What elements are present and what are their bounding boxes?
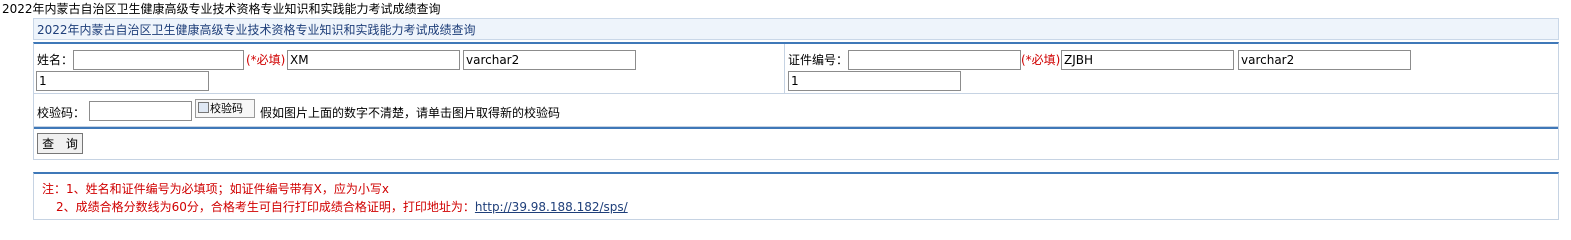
broken-image-icon bbox=[198, 102, 209, 113]
note-line-2: 2、成绩合格分数线为60分，合格考生可自行打印成绩合格证明，打印地址为：http… bbox=[56, 198, 628, 215]
name-field-type-input[interactable] bbox=[463, 50, 636, 70]
id-number-input[interactable] bbox=[848, 50, 1021, 70]
name-cell: 姓名： (*必填) bbox=[34, 44, 785, 93]
form-header: 2022年内蒙古自治区卫生健康高级专业技术资格专业知识和实践能力考试成绩查询 bbox=[33, 18, 1559, 40]
name-extra-input[interactable] bbox=[36, 71, 209, 91]
name-input[interactable] bbox=[73, 50, 244, 70]
page-title: 2022年内蒙古自治区卫生健康高级专业技术资格专业知识和实践能力考试成绩查询 bbox=[2, 2, 441, 16]
captcha-image[interactable]: 校验码 bbox=[195, 99, 255, 118]
query-form: 姓名： (*必填) 证件编号： (*必填) 校验码： 校验码 假如图片上面的数字… bbox=[33, 42, 1559, 160]
action-row: 查 询 bbox=[34, 127, 1558, 160]
note-line-2-text: 2、成绩合格分数线为60分，合格考生可自行打印成绩合格证明，打印地址为： bbox=[56, 200, 475, 214]
captcha-row: 校验码： 校验码 假如图片上面的数字不清楚，请单击图片取得新的校验码 bbox=[34, 94, 1558, 127]
id-label: 证件编号： bbox=[788, 53, 849, 67]
id-field-type-input[interactable] bbox=[1238, 50, 1411, 70]
note-line-1: 注：1、姓名和证件编号为必填项；如证件编号带有X，应为小写x bbox=[42, 182, 389, 196]
captcha-image-alt: 校验码 bbox=[210, 102, 243, 115]
name-label: 姓名： bbox=[37, 53, 74, 67]
id-required-note: (*必填) bbox=[1021, 53, 1061, 67]
name-required-note: (*必填) bbox=[246, 53, 286, 67]
name-field-code-input[interactable] bbox=[287, 50, 460, 70]
captcha-input[interactable] bbox=[89, 101, 192, 121]
query-button[interactable]: 查 询 bbox=[37, 133, 83, 154]
notes-panel: 注：1、姓名和证件编号为必填项；如证件编号带有X，应为小写x 2、成绩合格分数线… bbox=[33, 172, 1559, 220]
identity-row: 姓名： (*必填) 证件编号： (*必填) bbox=[34, 44, 1558, 94]
query-form-container: 2022年内蒙古自治区卫生健康高级专业技术资格专业知识和实践能力考试成绩查询 姓… bbox=[33, 18, 1559, 160]
id-cell: 证件编号： (*必填) bbox=[785, 44, 1558, 93]
id-extra-input[interactable] bbox=[788, 71, 961, 91]
print-address-link[interactable]: http://39.98.188.182/sps/ bbox=[475, 200, 628, 214]
captcha-label: 校验码： bbox=[37, 106, 86, 120]
captcha-hint: 假如图片上面的数字不清楚，请单击图片取得新的校验码 bbox=[260, 106, 561, 120]
id-field-code-input[interactable] bbox=[1061, 50, 1234, 70]
